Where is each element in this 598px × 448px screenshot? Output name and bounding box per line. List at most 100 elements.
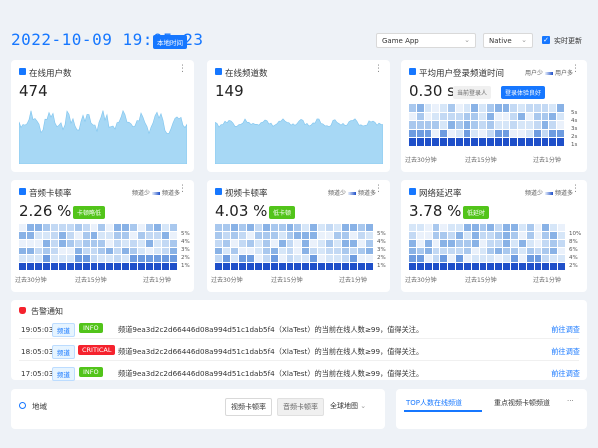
- heatmap-cell: [286, 255, 294, 263]
- heatmap-cell: [416, 104, 424, 112]
- heatmap-cell: [230, 263, 238, 270]
- heatmap-cell: [334, 255, 342, 263]
- heatmap-cell: [463, 121, 471, 129]
- heatmap-cell: [541, 138, 549, 146]
- map-select[interactable]: 全球地图 ⌄: [325, 398, 371, 414]
- heatmap-cell: [326, 247, 334, 255]
- heatmap-cell: [294, 224, 302, 231]
- y-tick: 5s: [571, 110, 578, 116]
- more-icon[interactable]: ⋮: [571, 185, 580, 194]
- heatmap-cell: [310, 224, 318, 231]
- heatmap-cell: [471, 263, 479, 270]
- legend: 用户少 用户多: [525, 68, 573, 77]
- realtime-checkbox[interactable]: ✓: [542, 36, 550, 44]
- heatmap-cell: [130, 255, 138, 263]
- investigate-link[interactable]: 前往调查: [551, 369, 580, 379]
- y-tick: 1s: [571, 142, 578, 148]
- heatmap-cell: [463, 247, 471, 255]
- heatmap-cell: [74, 231, 82, 239]
- heatmap-cell: [495, 247, 503, 255]
- heatmap-cell: [526, 129, 533, 138]
- heatmap-cell: [90, 239, 98, 247]
- heatmap-cell: [82, 231, 90, 239]
- investigate-link[interactable]: 前往调查: [551, 325, 580, 335]
- heatmap-cell: [58, 263, 66, 270]
- heatmap-cell: [366, 239, 373, 247]
- heatmap-cell: [550, 231, 558, 239]
- alert-row: 19:05:03 频道 INFO 频道9ea3d2c2d66446d08a994d51…: [0, 319, 598, 339]
- more-icon[interactable]: ⋮: [178, 185, 187, 194]
- heatmap-cell: [34, 224, 42, 231]
- heatmap-cell: [440, 129, 447, 138]
- heatmap-cell: [558, 255, 565, 263]
- heatmap-cell: [463, 104, 471, 112]
- chevron-down-icon: ⌄: [464, 36, 470, 44]
- investigate-link[interactable]: 前往调查: [551, 347, 580, 357]
- heatmap-cell: [19, 224, 26, 231]
- heatmap-cell: [358, 255, 366, 263]
- heatmap-cell: [82, 263, 90, 270]
- app-select[interactable]: Game App ⌄: [376, 33, 476, 48]
- more-icon[interactable]: ⋮: [374, 185, 383, 194]
- platform-select[interactable]: Native ⌄: [483, 33, 533, 48]
- heatmap-cell: [238, 247, 246, 255]
- heatmap-cell: [350, 224, 358, 231]
- card-title: 在线频道数: [225, 69, 268, 79]
- heatmap-cell: [302, 239, 310, 247]
- avg-join-time-card: 平均用户登录频道时间 用户少 用户多 ⋮ 0.30 s 当前登录人 登录体验良好 …: [401, 60, 587, 172]
- heatmap-cell: [534, 239, 542, 247]
- heatmap-cell: [254, 224, 262, 231]
- heatmap-cell: [19, 231, 26, 239]
- online-channels-value: 149: [215, 82, 244, 100]
- heatmap-cell: [130, 231, 138, 239]
- clock-icon: [409, 68, 416, 75]
- video-freeze-heatmap: [215, 224, 373, 270]
- more-icon[interactable]: ⋮: [374, 65, 383, 74]
- tab-video-freeze[interactable]: 视频卡顿率: [225, 398, 272, 416]
- heatmap-cell: [432, 129, 440, 138]
- heatmap-cell: [549, 121, 557, 129]
- heatmap-cell: [106, 231, 114, 239]
- heatmap-cell: [424, 112, 432, 121]
- legend: 频道少 频道多: [132, 188, 180, 197]
- heatmap-cell: [526, 255, 534, 263]
- heatmap-cell: [494, 138, 502, 146]
- heatmap-cell: [162, 224, 170, 231]
- more-icon[interactable]: ⋮: [571, 65, 580, 74]
- heatmap-cell: [448, 263, 456, 270]
- heatmap-cell: [162, 255, 170, 263]
- heatmap-cell: [350, 239, 358, 247]
- heatmap-cell: [66, 247, 74, 255]
- heatmap-cell: [510, 129, 518, 138]
- heatmap-cell: [463, 231, 471, 239]
- heatmap-cell: [262, 239, 270, 247]
- legend-gradient: [151, 192, 160, 195]
- more-tabs-icon[interactable]: ···: [567, 397, 574, 405]
- bell-icon: [19, 307, 26, 314]
- heatmap-cell: [215, 224, 222, 231]
- heatmap-cell: [440, 224, 448, 231]
- legend-gradient: [347, 192, 356, 195]
- heatmap-cell: [286, 247, 294, 255]
- heatmap-cell: [130, 224, 138, 231]
- tab-top-online-channels[interactable]: TOP人数在线频道: [406, 398, 462, 408]
- heatmap-cell: [58, 247, 66, 255]
- tab-audio-freeze[interactable]: 音频卡顿率: [277, 398, 324, 416]
- heatmap-cell: [440, 112, 447, 121]
- heatmap-cell: [541, 129, 549, 138]
- timezone-badge[interactable]: 本地时间: [153, 35, 187, 49]
- channel-icon: [215, 68, 222, 75]
- heatmap-cell: [534, 255, 542, 263]
- heatmap-cell: [542, 247, 550, 255]
- heatmap-cell: [432, 247, 440, 255]
- audio-freeze-card: 音频卡顿率 频道少 频道多 ⋮ 2.26 % 卡顿略低 5% 4% 3% 2% 1…: [11, 180, 194, 292]
- tab-focus-video-freeze[interactable]: 重点视频卡顿频道: [494, 398, 550, 408]
- heatmap-cell: [334, 239, 342, 247]
- heatmap-cell: [448, 231, 456, 239]
- more-icon[interactable]: ⋮: [178, 65, 187, 74]
- heatmap-cell: [518, 112, 525, 121]
- heatmap-cell: [518, 263, 526, 270]
- heatmap-cell: [440, 247, 448, 255]
- heatmap-cell: [246, 247, 254, 255]
- heatmap-cell: [463, 129, 471, 138]
